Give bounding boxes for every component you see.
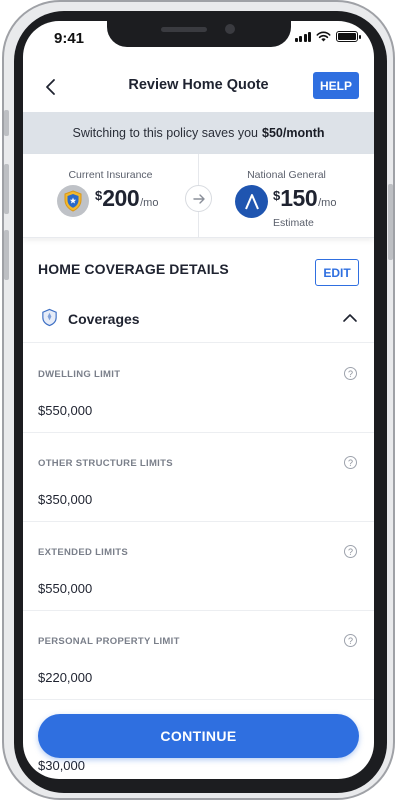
savings-amount: $50/month <box>262 126 325 140</box>
volume-down-button <box>4 230 9 280</box>
coverages-accordion-header[interactable]: Coverages <box>23 299 374 343</box>
status-bar: 9:41 <box>23 21 374 61</box>
field-value: $350,000 <box>38 492 93 507</box>
app-screen: 9:41 Review Home Quote HELP Switching to… <box>23 21 374 779</box>
current-amount: 200 <box>102 185 140 211</box>
shield-icon <box>64 190 82 212</box>
price-comparison: Current Insurance $ 200 /mo National Gen… <box>23 154 374 238</box>
question-icon[interactable]: ? <box>344 545 357 558</box>
savings-text: Switching to this policy saves you <box>72 126 258 140</box>
field-label: OTHER STRUCTURE LIMITS <box>38 458 173 469</box>
national-general-logo-icon <box>235 185 268 218</box>
partial-field-value: $30,000 <box>38 758 85 773</box>
coverages-label: Coverages <box>68 311 140 327</box>
current-insurer-badge <box>57 185 89 217</box>
other-structure-limits-field: OTHER STRUCTURE LIMITS ? $350,000 <box>23 433 374 522</box>
edit-button[interactable]: EDIT <box>315 259 359 286</box>
savings-banner: Switching to this policy saves you $50/m… <box>23 112 374 154</box>
status-time: 9:41 <box>54 30 85 47</box>
current-insurance-label: Current Insurance <box>68 169 153 181</box>
extended-limits-field: EXTENDED LIMITS ? $550,000 <box>23 522 374 611</box>
front-camera <box>225 24 235 34</box>
new-insurer-label: National General <box>247 169 326 181</box>
dwelling-limit-field: DWELLING LIMIT ? $550,000 <box>23 344 374 433</box>
new-period: /mo <box>318 197 337 209</box>
arrow-right-icon <box>185 185 212 212</box>
speaker <box>161 27 207 32</box>
field-label: EXTENDED LIMITS <box>38 547 129 558</box>
power-button <box>388 184 393 260</box>
new-amount: 150 <box>280 185 318 211</box>
question-icon[interactable]: ? <box>344 456 357 469</box>
personal-property-limit-field: PERSONAL PROPERTY LIMIT ? $220,000 <box>23 611 374 700</box>
question-icon[interactable]: ? <box>344 367 357 380</box>
field-label: PERSONAL PROPERTY LIMIT <box>38 636 180 647</box>
signal-icon <box>294 31 311 42</box>
field-value: $550,000 <box>38 403 93 418</box>
header: Review Home Quote HELP <box>23 65 374 111</box>
help-button[interactable]: HELP <box>312 72 359 99</box>
coverages-icon <box>42 308 57 327</box>
new-currency: $ <box>273 188 281 203</box>
current-price: $ 200 /mo <box>95 185 158 212</box>
notch <box>107 21 291 47</box>
question-icon[interactable]: ? <box>344 634 357 647</box>
status-icons <box>294 31 361 42</box>
current-currency: $ <box>95 188 103 203</box>
battery-icon <box>336 31 361 42</box>
continue-button[interactable]: CONTINUE <box>38 714 359 758</box>
coverage-details-title: HOME COVERAGE DETAILS <box>38 261 229 277</box>
new-price: $ 150 /mo <box>273 185 336 212</box>
chevron-up-icon[interactable] <box>341 309 359 327</box>
field-value: $550,000 <box>38 581 93 596</box>
current-period: /mo <box>140 197 159 209</box>
field-label: DWELLING LIMIT <box>38 369 121 380</box>
estimate-label: Estimate <box>273 217 314 229</box>
wifi-icon <box>316 31 331 42</box>
mute-switch <box>4 110 9 136</box>
volume-up-button <box>4 164 9 214</box>
field-value: $220,000 <box>38 670 93 685</box>
